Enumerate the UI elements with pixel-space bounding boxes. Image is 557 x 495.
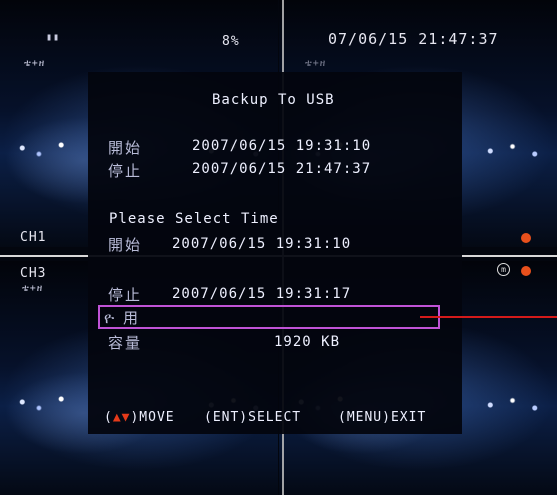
select-time-prompt: Please Select Time: [109, 211, 279, 227]
hint-exit[interactable]: (MENU)EXIT: [338, 410, 426, 425]
camera-status-ch2: ቴ+ዘ: [305, 58, 327, 69]
range-stop-value: 2007/06/15 21:47:37: [192, 161, 372, 177]
select-stop-label: 停止: [108, 286, 143, 304]
channel-label-ch3: CH3: [20, 266, 47, 281]
record-indicator-ch2: [521, 233, 531, 243]
hint-move[interactable]: (▲▼)MOVE: [104, 410, 175, 425]
up-down-arrow-icon: ▲▼: [112, 410, 131, 425]
motion-icon: m: [497, 263, 510, 276]
hint-move-label: )MOVE: [130, 410, 175, 425]
hdd-usage-percent: 8%: [222, 34, 240, 49]
use-selection-highlight[interactable]: [98, 305, 440, 329]
camera-status-ch3: ቴ+ዘ: [22, 283, 44, 294]
camera-status-ch1: ቴ+ዘ: [24, 58, 46, 69]
range-start-label: 開始: [108, 139, 143, 157]
menu-title: Backup To USB: [212, 92, 335, 108]
range-start-value: 2007/06/15 19:31:10: [192, 138, 372, 154]
dvr-screen: ▮▮ 8% 07/06/15 21:47:37 ቴ+ዘ ቴ+ዘ CH1 CH3 …: [0, 0, 557, 495]
select-start-time-field[interactable]: 2007/06/15 19:31:10: [172, 236, 351, 252]
hdd-icon: ▮▮: [46, 32, 61, 43]
range-stop-label: 停止: [108, 162, 143, 180]
backup-menu-panel: [88, 72, 462, 434]
capacity-value: 1920 KB: [274, 334, 341, 350]
hint-select[interactable]: (ENT)SELECT: [204, 410, 301, 425]
use-field-label: ዮ 用: [104, 309, 140, 327]
select-start-label: 開始: [108, 236, 143, 254]
system-datetime: 07/06/15 21:47:37: [328, 30, 499, 48]
hint-move-open: (: [104, 410, 113, 425]
channel-label-ch1: CH1: [20, 230, 47, 245]
capacity-label: 容量: [108, 334, 143, 352]
record-indicator-ch4: [521, 266, 531, 276]
select-stop-time-field[interactable]: 2007/06/15 19:31:17: [172, 286, 351, 302]
pointer-line: [420, 316, 557, 318]
